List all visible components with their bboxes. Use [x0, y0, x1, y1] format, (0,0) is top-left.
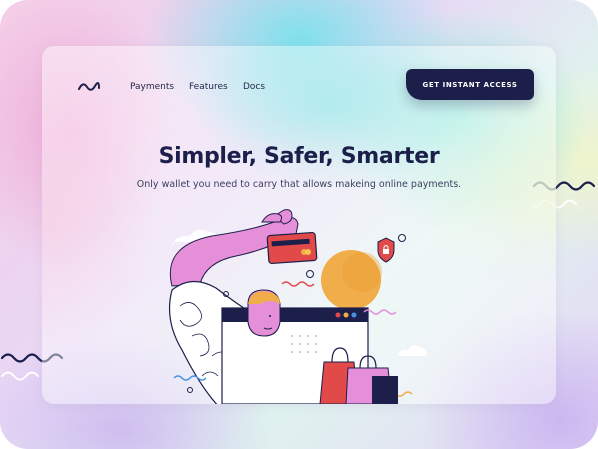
shield-lock-icon: [377, 237, 395, 263]
person-holding-credit-card-illustration: [168, 209, 427, 404]
credit-card-icon: [266, 231, 318, 265]
hero-card: Payments Features Docs GET INSTANT ACCES…: [42, 46, 556, 404]
page-background: Payments Features Docs GET INSTANT ACCES…: [0, 0, 598, 449]
